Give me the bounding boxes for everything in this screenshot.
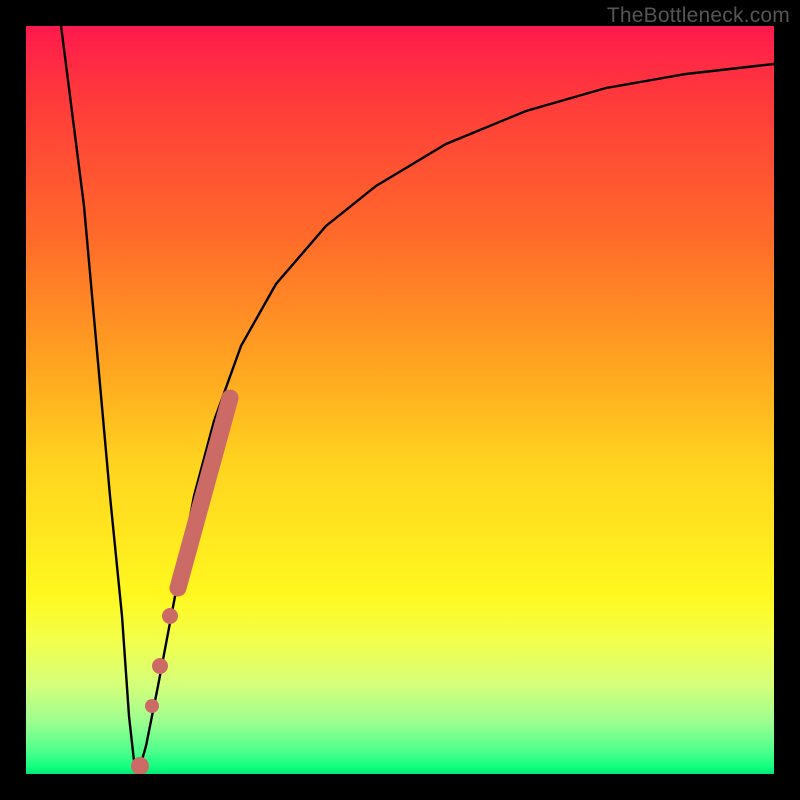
highlight-dot-mid	[145, 699, 159, 713]
bottleneck-curve-svg	[26, 26, 774, 774]
chart-frame: TheBottleneck.com	[0, 0, 800, 800]
watermark-text: TheBottleneck.com	[607, 4, 790, 28]
highlight-dot-upper	[162, 608, 178, 624]
plot-area	[26, 26, 774, 774]
highlight-segment	[178, 398, 230, 588]
highlight-dot-lower	[152, 658, 168, 674]
